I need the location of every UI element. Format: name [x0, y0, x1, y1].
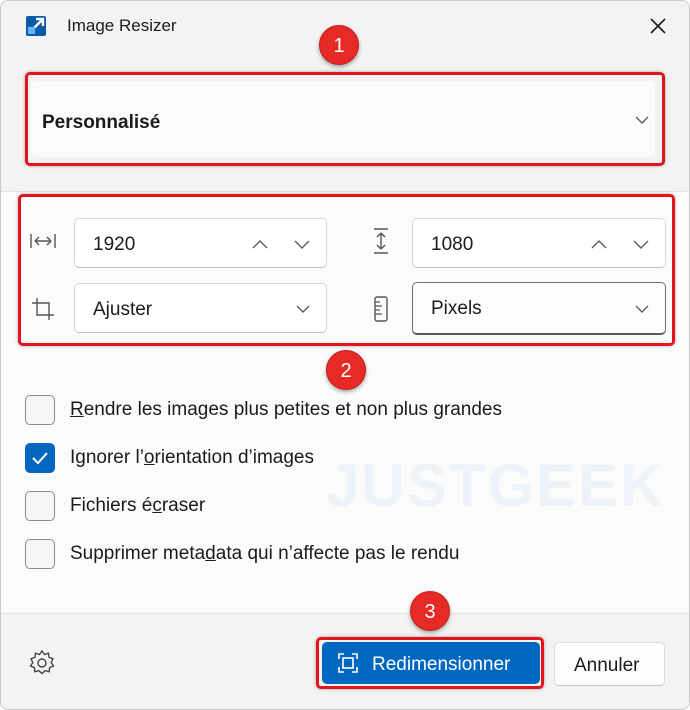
checkbox-ignore-orientation[interactable]: Ignorer l’orientation d’images	[25, 443, 355, 477]
checkbox-label: Ignorer l’orientation d’images	[70, 447, 314, 468]
checkbox-shrink-only[interactable]: Rendre les images plus petites et non pl…	[25, 395, 545, 429]
window-title: Image Resizer	[67, 16, 177, 35]
annotation-badge-1: 1	[319, 25, 359, 65]
divider	[1, 191, 689, 192]
image-resizer-window: Image Resizer Personnalisé 1920 1080 Aju…	[0, 0, 690, 710]
close-button[interactable]	[641, 9, 675, 43]
checkbox-box	[25, 491, 55, 521]
divider	[1, 613, 689, 614]
annotation-highlight-2	[18, 194, 675, 346]
close-icon	[650, 18, 666, 34]
checkmark-icon	[32, 452, 48, 465]
checkbox-box	[25, 395, 55, 425]
checkbox-box	[25, 443, 55, 473]
cancel-button-label: Annuler	[574, 655, 640, 676]
gear-icon	[29, 649, 55, 675]
image-resizer-icon	[25, 15, 47, 37]
cancel-button[interactable]: Annuler	[554, 642, 665, 686]
checkbox-label: Fichiers écraser	[70, 495, 206, 516]
checkbox-overwrite-files[interactable]: Fichiers écraser	[25, 491, 225, 525]
annotation-highlight-3	[316, 637, 544, 689]
checkbox-remove-metadata[interactable]: Supprimer metadata qui n’affecte pas le …	[25, 539, 505, 573]
checkbox-label: Rendre les images plus petites et non pl…	[70, 399, 502, 420]
annotation-highlight-1	[25, 72, 665, 166]
watermark: JUSTGEEK	[326, 452, 666, 519]
checkbox-box	[25, 539, 55, 569]
annotation-badge-3: 3	[410, 591, 450, 631]
settings-button[interactable]	[27, 648, 57, 678]
checkbox-label: Supprimer metadata qui n’affecte pas le …	[70, 543, 460, 564]
annotation-badge-2: 2	[326, 350, 366, 390]
